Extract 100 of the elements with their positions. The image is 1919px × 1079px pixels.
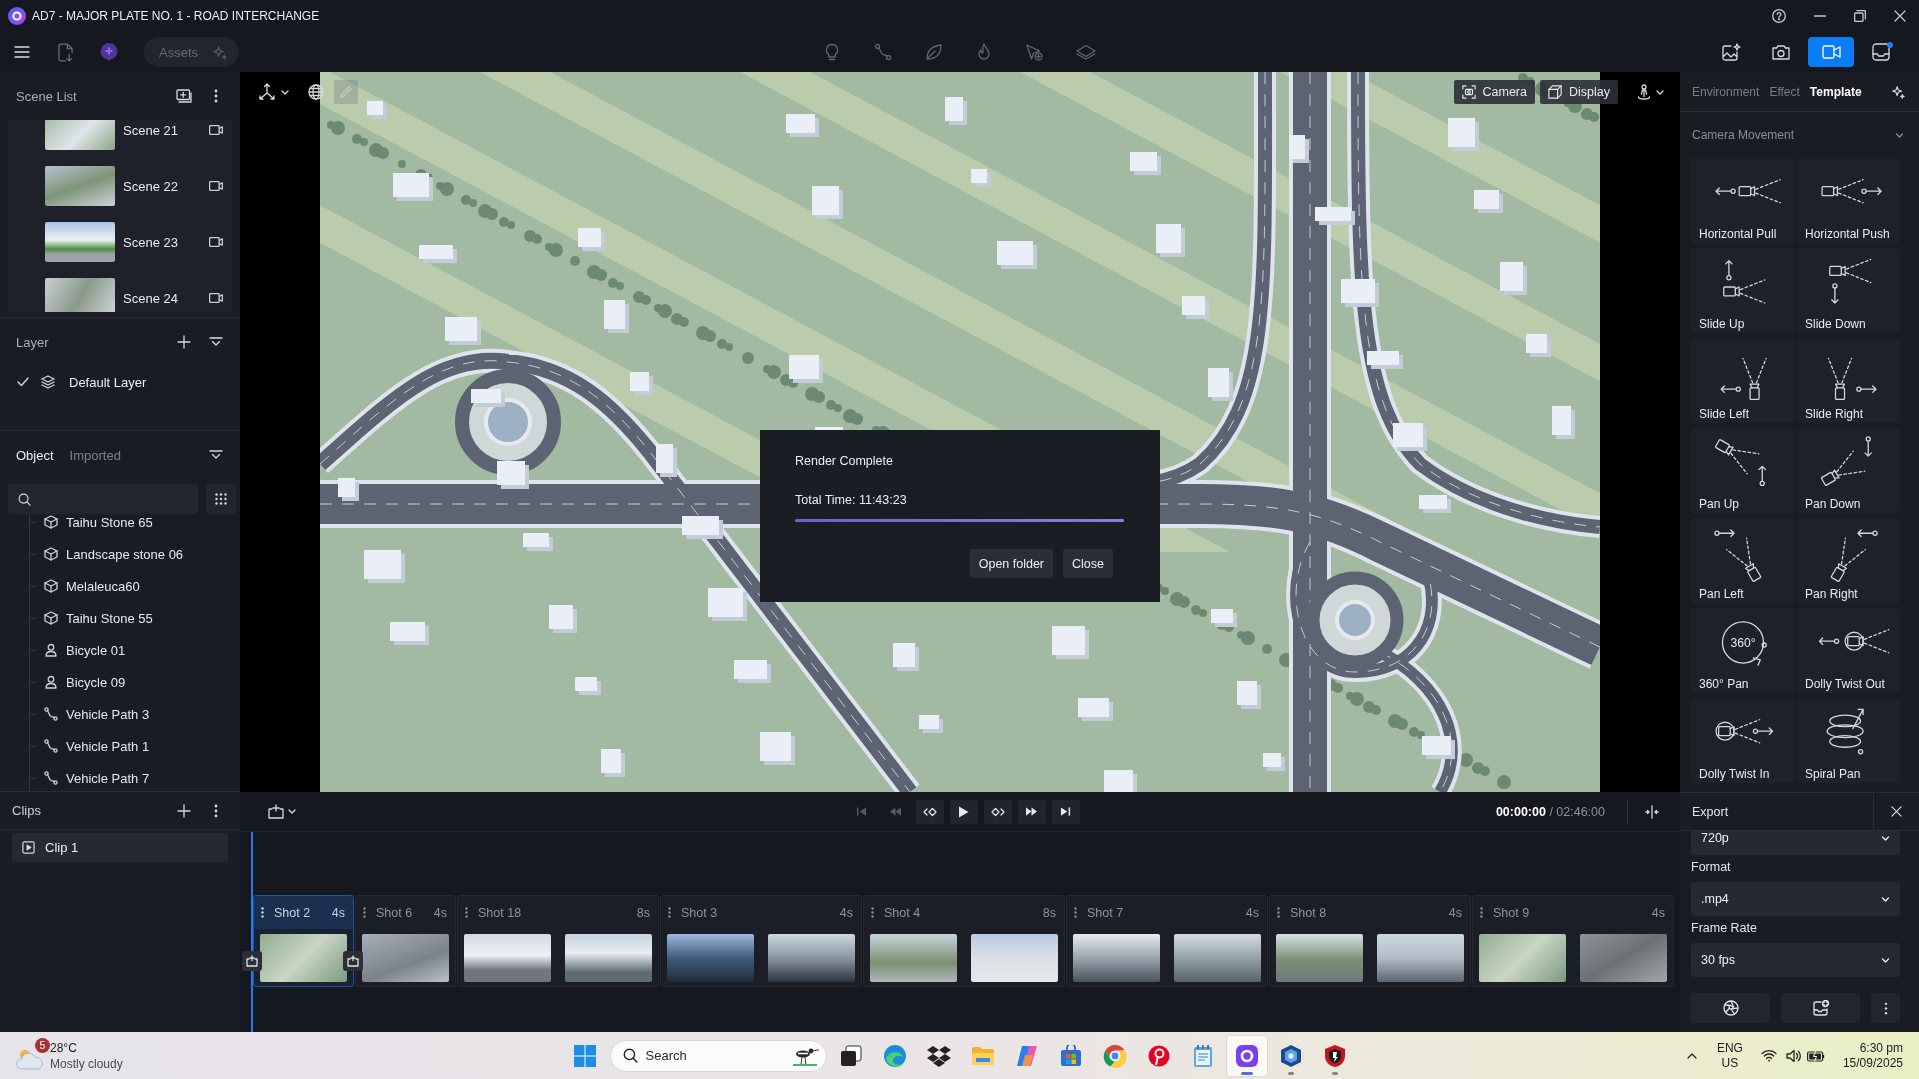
camera-add-icon[interactable] — [268, 804, 284, 819]
drag-handle-icon[interactable] — [261, 907, 264, 918]
close-icon[interactable] — [1894, 10, 1906, 22]
transport-button[interactable] — [915, 799, 944, 824]
panel-tab[interactable]: Object — [16, 447, 54, 463]
video-camera-icon[interactable] — [209, 237, 223, 247]
transport-button[interactable] — [983, 799, 1012, 824]
drag-handle-icon[interactable] — [1074, 907, 1077, 918]
template-card[interactable]: Pan Up — [1691, 428, 1794, 513]
split-icon[interactable] — [1645, 804, 1659, 819]
search-field[interactable]: Search — [645, 1045, 790, 1066]
help-icon[interactable] — [1772, 9, 1786, 23]
transport-button[interactable] — [1051, 799, 1080, 824]
shot-clip[interactable]: Shot 18 8s — [457, 895, 659, 987]
template-card[interactable]: Pan Right — [1797, 518, 1900, 603]
template-card[interactable]: Dolly Twist In — [1691, 698, 1794, 783]
insert-camera-button[interactable] — [242, 951, 262, 971]
globe-icon[interactable] — [308, 84, 324, 100]
scene-name[interactable]: Scene 22 — [123, 178, 209, 194]
template-card[interactable]: Horizontal Push — [1797, 158, 1900, 243]
object-name[interactable]: Melaleuca60 — [66, 578, 140, 594]
clock[interactable]: 6:30 pm 15/09/2025 — [1842, 1040, 1903, 1071]
shot-clip[interactable]: Shot 3 4s — [660, 895, 862, 987]
windows-logo-icon[interactable] — [573, 1044, 596, 1067]
more-icon[interactable] — [214, 89, 218, 103]
drag-handle-icon[interactable] — [1277, 907, 1280, 918]
layer-name[interactable]: Default Layer — [69, 374, 147, 390]
wifi-icon[interactable] — [1760, 1049, 1777, 1062]
sparkle-icon[interactable] — [1891, 84, 1905, 99]
playhead-line[interactable] — [251, 832, 253, 1032]
drag-handle-icon[interactable] — [668, 907, 671, 918]
cursor-plus-icon[interactable] — [1024, 43, 1043, 61]
object-name[interactable]: Taihu Stone 55 — [66, 610, 153, 626]
dialog-button[interactable]: Close — [1063, 549, 1113, 578]
chat-bubble-icon[interactable] — [99, 42, 119, 62]
layers-icon[interactable] — [1075, 44, 1096, 60]
object-name[interactable]: Vehicle Path 1 — [66, 738, 150, 754]
template-card[interactable]: Slide Up — [1691, 248, 1794, 333]
template-card[interactable]: Slide Right — [1797, 338, 1900, 423]
object-name[interactable]: Landscape stone 06 — [66, 546, 184, 562]
template-card[interactable]: Dolly Twist Out — [1797, 608, 1900, 693]
more-icon[interactable] — [214, 803, 218, 818]
shot-clip[interactable]: Shot 6 4s — [355, 895, 456, 987]
panel-tab[interactable]: Template — [1809, 84, 1862, 99]
search-bar[interactable]: Search — [609, 1039, 827, 1072]
object-name[interactable]: Vehicle Path 3 — [66, 706, 150, 722]
export-add-button[interactable] — [1781, 993, 1860, 1023]
add-icon[interactable] — [177, 335, 191, 349]
language-indicator[interactable]: ENG US — [1716, 1040, 1743, 1071]
clip-item[interactable]: Clip 1 — [12, 833, 228, 862]
speaker-icon[interactable] — [1785, 1048, 1802, 1063]
object-name[interactable]: Bicycle 09 — [66, 674, 126, 690]
drag-handle-icon[interactable] — [465, 907, 468, 918]
menu-icon[interactable] — [14, 46, 30, 58]
collapse-icon[interactable] — [209, 337, 223, 347]
leaf-icon[interactable] — [924, 43, 943, 61]
shot-clip[interactable]: Shot 2 4s — [253, 895, 354, 987]
panel-tab[interactable]: Effect — [1769, 84, 1800, 99]
transport-button[interactable] — [949, 799, 978, 824]
insert-camera-button[interactable] — [343, 951, 363, 971]
aperture-button[interactable] — [1691, 993, 1770, 1023]
template-card[interactable]: 360° 360° Pan — [1691, 608, 1794, 693]
drag-handle-icon[interactable] — [363, 907, 366, 918]
template-card[interactable]: Horizontal Pull — [1691, 158, 1794, 243]
grid-view-button[interactable] — [206, 484, 236, 514]
template-card[interactable]: Spiral Pan — [1797, 698, 1900, 783]
transport-button[interactable] — [1017, 799, 1046, 824]
drag-handle-icon[interactable] — [1480, 907, 1483, 918]
view-toggle-button[interactable]: Camera — [1453, 80, 1535, 104]
drag-handle-icon[interactable] — [871, 907, 874, 918]
axis-gizmo-icon[interactable] — [257, 82, 277, 102]
file-export-icon[interactable] — [58, 42, 73, 62]
restore-icon[interactable] — [1854, 10, 1866, 22]
path-nodes-icon[interactable] — [873, 43, 892, 61]
dialog-button[interactable]: Open folder — [969, 549, 1054, 578]
shot-clip[interactable]: Shot 4 8s — [863, 895, 1065, 987]
chevron-up-icon[interactable] — [1686, 1052, 1697, 1059]
template-card[interactable]: Slide Down — [1797, 248, 1900, 333]
person-pin-icon[interactable] — [1637, 84, 1651, 100]
dropdown-field[interactable]: 720p — [1691, 831, 1900, 855]
add-icon[interactable] — [177, 803, 191, 818]
check-icon[interactable] — [17, 377, 29, 387]
panel-tab[interactable]: Imported — [69, 447, 121, 463]
collapse-icon[interactable] — [209, 450, 223, 460]
template-card[interactable]: Pan Down — [1797, 428, 1900, 513]
object-name[interactable]: Bicycle 01 — [66, 642, 126, 658]
search-field[interactable] — [8, 484, 198, 514]
object-name[interactable]: Vehicle Path 7 — [66, 770, 150, 786]
template-card[interactable]: Slide Left — [1691, 338, 1794, 423]
add-scene-icon[interactable] — [176, 89, 192, 103]
dropdown-field[interactable]: .mp4 — [1691, 882, 1900, 916]
flame-icon[interactable] — [975, 43, 992, 61]
scene-name[interactable]: Scene 21 — [123, 122, 209, 138]
shot-clip[interactable]: Shot 9 4s — [1472, 895, 1674, 987]
video-camera-icon[interactable] — [209, 181, 223, 191]
battery-icon[interactable] — [1806, 1049, 1826, 1062]
scene-name[interactable]: Scene 23 — [123, 234, 209, 250]
view-toggle-button[interactable]: Display — [1540, 80, 1618, 104]
template-card[interactable]: Pan Left — [1691, 518, 1794, 603]
shot-clip[interactable]: Shot 7 4s — [1066, 895, 1268, 987]
